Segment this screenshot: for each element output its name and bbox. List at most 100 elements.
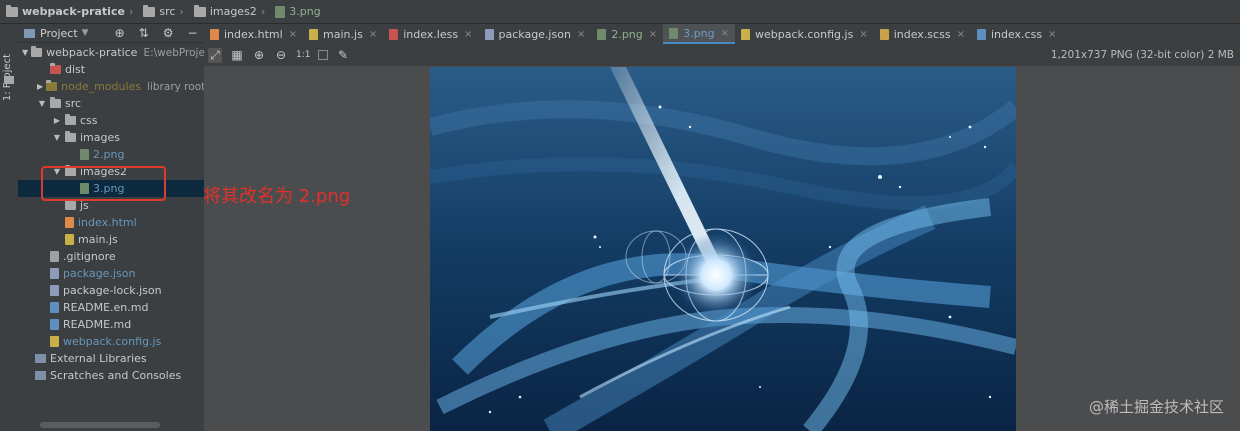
breadcrumb-item-file[interactable]: 3.png — [275, 5, 321, 18]
tree-item[interactable]: 2.png — [18, 146, 204, 163]
tree-item[interactable]: External Libraries — [18, 350, 204, 367]
breadcrumb-item-images2[interactable]: images2 › — [193, 4, 271, 18]
close-icon[interactable]: × — [464, 29, 472, 40]
library-icon — [35, 354, 46, 363]
breadcrumb-item-project[interactable]: webpack-pratice › — [6, 4, 139, 18]
galaxy-image-graphic — [430, 67, 1016, 431]
project-view-selector[interactable]: Project — [40, 27, 78, 40]
tab-package-json[interactable]: package.json × — [479, 24, 592, 44]
tree-item[interactable]: index.html — [18, 214, 204, 231]
watermark: @稀土掘金技术社区 — [1088, 398, 1224, 416]
project-panel-header: Project ▼ ⊕ ⇅ ⚙ − — [18, 24, 204, 43]
png-file-icon — [275, 5, 286, 18]
js-file-icon — [740, 28, 750, 40]
scss-file-icon — [879, 28, 889, 40]
tree-item[interactable]: ▼ images — [18, 129, 204, 146]
folder-icon — [50, 63, 61, 74]
tab-label: 2.png — [611, 27, 643, 41]
breadcrumb-label: webpack-pratice — [22, 5, 125, 18]
tab-index-css[interactable]: index.css × — [971, 24, 1063, 44]
locate-icon[interactable]: ⊕ — [115, 26, 125, 40]
zoom-in-icon[interactable]: ⊕ — [252, 48, 266, 62]
tree-item-detail: library root — [147, 80, 206, 93]
tree-item[interactable]: ▼ src — [18, 95, 204, 112]
tree-item[interactable]: webpack.config.js — [18, 333, 204, 350]
tab-index-html[interactable]: index.html × — [204, 24, 303, 44]
breadcrumb-separator: › — [128, 5, 134, 18]
close-icon[interactable]: × — [859, 29, 867, 40]
chevron-down-icon[interactable]: ▼ — [82, 28, 89, 38]
tree-item[interactable]: dist — [18, 61, 204, 78]
tree-item[interactable]: .gitignore — [18, 248, 204, 265]
zoom-out-icon[interactable]: ⊖ — [274, 48, 288, 62]
fit-to-window-icon[interactable]: ⤢ — [208, 47, 222, 63]
tree-item[interactable]: package.json — [18, 265, 204, 282]
tree-item-label: images — [80, 131, 120, 144]
chevron-down-icon[interactable]: ▼ — [52, 133, 62, 142]
tree-item[interactable]: ▼ webpack-pratice E:\webProject\ — [18, 44, 218, 61]
tab-index-less[interactable]: index.less × — [383, 24, 478, 44]
tree-item[interactable]: main.js — [18, 231, 204, 248]
image-info-text: 1,201x737 PNG (32-bit color) 2 MB — [1050, 49, 1234, 61]
close-icon[interactable]: × — [721, 28, 729, 39]
tree-item-label: webpack.config.js — [63, 335, 162, 348]
markdown-file-icon — [50, 302, 59, 313]
gear-icon[interactable]: ⚙ — [163, 26, 174, 40]
collapse-all-icon[interactable]: ⇅ — [139, 26, 149, 40]
highlight-box — [41, 166, 166, 201]
tab-3-png[interactable]: 3.png × — [663, 24, 735, 44]
chevron-right-icon[interactable]: ▶ — [37, 82, 43, 91]
chevron-down-icon[interactable]: ▼ — [22, 48, 28, 57]
grid-icon[interactable]: ▦ — [230, 48, 244, 62]
tree-item[interactable]: package-lock.json — [18, 282, 204, 299]
background-toggle-icon[interactable] — [318, 50, 328, 60]
tree-item[interactable]: ▶ css — [18, 112, 204, 129]
project-tree: ▼ webpack-pratice E:\webProject\ dist ▶ node_… — [18, 44, 218, 384]
close-icon[interactable]: × — [289, 29, 297, 40]
tree-item-label: node_modules — [61, 80, 142, 93]
tree-item-label: main.js — [78, 233, 118, 246]
tab-webpack-config-js[interactable]: webpack.config.js × — [735, 24, 874, 44]
less-file-icon — [389, 28, 399, 40]
tab-label: webpack.config.js — [754, 27, 854, 41]
png-file-icon — [669, 27, 679, 39]
tab-2-png[interactable]: 2.png × — [591, 24, 663, 44]
folder-icon — [31, 46, 43, 57]
chevron-right-icon[interactable]: ▶ — [52, 116, 62, 125]
close-icon[interactable]: × — [369, 29, 377, 40]
tree-item-label: README.md — [63, 318, 132, 331]
close-icon[interactable]: × — [649, 29, 657, 40]
tab-label: main.js — [323, 27, 363, 41]
breadcrumb-item-src[interactable]: src › — [143, 4, 189, 18]
tree-item[interactable]: README.md — [18, 316, 204, 333]
markdown-file-icon — [50, 319, 59, 330]
close-icon[interactable]: × — [577, 29, 585, 40]
tab-label: index.html — [224, 27, 283, 41]
tree-item-label: dist — [65, 63, 86, 76]
tab-main-js[interactable]: main.js × — [303, 24, 383, 44]
close-icon[interactable]: × — [957, 29, 965, 40]
tree-item-label: src — [65, 97, 82, 110]
tab-label: package.json — [498, 27, 571, 41]
folder-icon — [143, 4, 156, 17]
editor-tabs: index.html × main.js × index.less × package.js… — [204, 24, 1240, 45]
tree-item[interactable]: ▶ node_modules library root — [18, 78, 206, 95]
close-icon[interactable]: × — [1048, 29, 1056, 40]
navigation-breadcrumb: webpack-pratice › src › images2 › 3.png — [0, 0, 1240, 24]
actual-size-icon[interactable]: 1:1 — [296, 50, 310, 60]
hide-icon[interactable]: − — [187, 26, 197, 40]
folder-icon — [193, 4, 206, 17]
breadcrumb-separator: › — [260, 5, 266, 18]
tree-item-label: External Libraries — [50, 352, 147, 365]
tree-item-label: 2.png — [93, 148, 125, 161]
library-icon — [35, 371, 46, 380]
folder-icon — [50, 97, 61, 108]
chevron-down-icon[interactable]: ▼ — [37, 99, 47, 108]
horizontal-scrollbar[interactable] — [40, 422, 160, 428]
breadcrumb-label: images2 — [209, 5, 257, 18]
tree-item[interactable]: README.en.md — [18, 299, 204, 316]
breadcrumb-separator: › — [179, 5, 184, 18]
tree-item[interactable]: Scratches and Consoles — [18, 367, 204, 384]
tab-index-scss[interactable]: index.scss × — [874, 24, 971, 44]
color-picker-icon[interactable]: ✎ — [336, 48, 350, 62]
